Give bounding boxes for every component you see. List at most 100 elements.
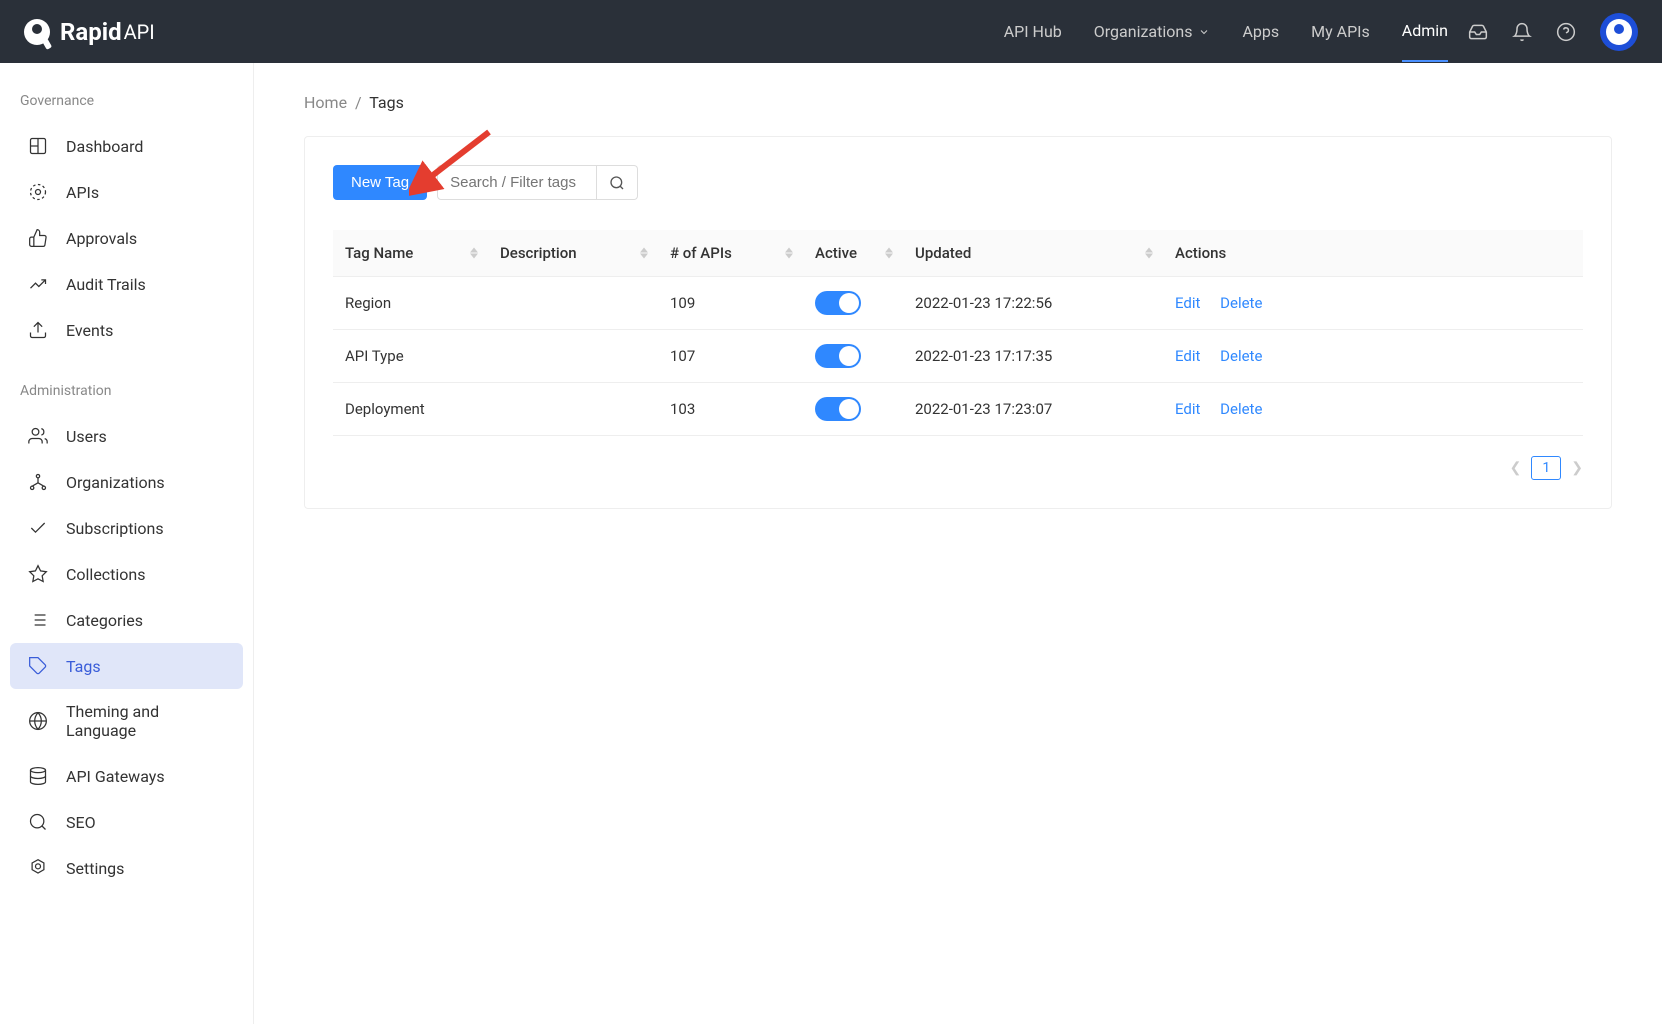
sidebar-item-dashboard[interactable]: Dashboard xyxy=(10,123,243,169)
sidebar-item-label: Subscriptions xyxy=(66,519,164,538)
panel: New Tag Tag Name Description # of APIs A… xyxy=(304,136,1612,509)
active-toggle[interactable] xyxy=(815,397,861,421)
nav-apps[interactable]: Apps xyxy=(1242,2,1279,61)
cell-description xyxy=(488,277,658,330)
help-icon[interactable] xyxy=(1556,22,1576,42)
col-num-apis[interactable]: # of APIs xyxy=(658,230,803,277)
search-icon xyxy=(609,175,625,191)
sidebar-item-collections[interactable]: Collections xyxy=(10,551,243,597)
sidebar-item-subscriptions[interactable]: Subscriptions xyxy=(10,505,243,551)
active-toggle[interactable] xyxy=(815,344,861,368)
approvals-icon xyxy=(28,228,48,248)
col-updated[interactable]: Updated xyxy=(903,230,1163,277)
organizations-icon xyxy=(28,472,48,492)
table-row: Deployment 103 2022-01-23 17:23:07 Edit … xyxy=(333,383,1583,436)
sidebar-item-seo[interactable]: SEO xyxy=(10,799,243,845)
edit-link[interactable]: Edit xyxy=(1175,400,1200,418)
chevron-down-icon xyxy=(1198,26,1210,38)
col-description[interactable]: Description xyxy=(488,230,658,277)
bell-icon[interactable] xyxy=(1512,22,1532,42)
sidebar-item-events[interactable]: Events xyxy=(10,307,243,353)
edit-link[interactable]: Edit xyxy=(1175,347,1200,365)
active-toggle[interactable] xyxy=(815,291,861,315)
top-nav: API Hub Organizations Apps My APIs Admin xyxy=(1004,1,1448,62)
sidebar-item-label: Collections xyxy=(66,565,146,584)
cell-actions: Edit Delete xyxy=(1163,330,1583,383)
users-icon xyxy=(28,426,48,446)
sort-icon xyxy=(470,248,478,259)
sidebar-item-apis[interactable]: APIs xyxy=(10,169,243,215)
sort-icon xyxy=(640,248,648,259)
col-active[interactable]: Active xyxy=(803,230,903,277)
sidebar-item-label: Settings xyxy=(66,859,124,878)
search-group xyxy=(437,165,638,200)
delete-link[interactable]: Delete xyxy=(1220,400,1262,418)
avatar[interactable] xyxy=(1600,13,1638,51)
nav-organizations[interactable]: Organizations xyxy=(1094,2,1211,61)
panel-toolbar: New Tag xyxy=(333,165,1583,200)
search-button[interactable] xyxy=(597,165,638,200)
cell-tag-name: API Type xyxy=(333,330,488,383)
sidebar-item-label: Events xyxy=(66,321,113,340)
subscriptions-icon xyxy=(28,518,48,538)
sidebar-item-label: Audit Trails xyxy=(66,275,146,294)
search-input[interactable] xyxy=(437,165,597,200)
nav-organizations-label: Organizations xyxy=(1094,22,1193,41)
seo-icon xyxy=(28,812,48,832)
table-row: API Type 107 2022-01-23 17:17:35 Edit De… xyxy=(333,330,1583,383)
sidebar-item-categories[interactable]: Categories xyxy=(10,597,243,643)
breadcrumb: Home / Tags xyxy=(304,93,1612,112)
collections-icon xyxy=(28,564,48,584)
apis-icon xyxy=(28,182,48,202)
cell-updated: 2022-01-23 17:22:56 xyxy=(903,277,1163,330)
sidebar-item-organizations[interactable]: Organizations xyxy=(10,459,243,505)
sidebar-item-api-gateways[interactable]: API Gateways xyxy=(10,753,243,799)
page-number[interactable]: 1 xyxy=(1531,456,1561,480)
sidebar-item-settings[interactable]: Settings xyxy=(10,845,243,891)
cell-active xyxy=(803,277,903,330)
sidebar-item-tags[interactable]: Tags xyxy=(10,643,243,689)
inbox-icon[interactable] xyxy=(1468,22,1488,42)
sidebar-item-users[interactable]: Users xyxy=(10,413,243,459)
page-next[interactable]: ❯ xyxy=(1571,460,1583,476)
cell-description xyxy=(488,383,658,436)
sidebar-item-label: Approvals xyxy=(66,229,137,248)
cell-updated: 2022-01-23 17:17:35 xyxy=(903,330,1163,383)
sidebar-item-label: API Gateways xyxy=(66,767,165,786)
top-header: Rapid API API Hub Organizations Apps My … xyxy=(0,0,1662,63)
col-tag-name[interactable]: Tag Name xyxy=(333,230,488,277)
nav-api-hub[interactable]: API Hub xyxy=(1004,2,1062,61)
dashboard-icon xyxy=(28,136,48,156)
sidebar-item-label: Categories xyxy=(66,611,143,630)
sidebar: Governance Dashboard APIs Approvals Audi… xyxy=(0,63,254,1024)
delete-link[interactable]: Delete xyxy=(1220,347,1262,365)
new-tag-button[interactable]: New Tag xyxy=(333,165,427,200)
page-prev[interactable]: ❮ xyxy=(1510,460,1522,476)
sidebar-item-label: Tags xyxy=(66,657,101,676)
sidebar-item-label: APIs xyxy=(66,183,99,202)
sidebar-item-label: SEO xyxy=(66,813,96,832)
audit-trails-icon xyxy=(28,274,48,294)
sidebar-item-audit-trails[interactable]: Audit Trails xyxy=(10,261,243,307)
edit-link[interactable]: Edit xyxy=(1175,294,1200,312)
nav-my-apis[interactable]: My APIs xyxy=(1311,2,1370,61)
api-gateways-icon xyxy=(28,766,48,786)
cell-tag-name: Deployment xyxy=(333,383,488,436)
sidebar-item-label: Dashboard xyxy=(66,137,143,156)
cell-actions: Edit Delete xyxy=(1163,277,1583,330)
sidebar-item-approvals[interactable]: Approvals xyxy=(10,215,243,261)
breadcrumb-sep: / xyxy=(355,93,362,112)
nav-admin[interactable]: Admin xyxy=(1402,1,1448,62)
breadcrumb-home[interactable]: Home xyxy=(304,93,347,112)
sort-icon xyxy=(1145,248,1153,259)
header-icons xyxy=(1468,13,1638,51)
sort-icon xyxy=(785,248,793,259)
delete-link[interactable]: Delete xyxy=(1220,294,1262,312)
avatar-icon xyxy=(1606,19,1632,45)
theming-icon xyxy=(28,711,48,731)
table-row: Region 109 2022-01-23 17:22:56 Edit Dele… xyxy=(333,277,1583,330)
logo[interactable]: Rapid API xyxy=(24,18,155,46)
sidebar-item-theming[interactable]: Theming and Language xyxy=(10,689,243,753)
table-header-row: Tag Name Description # of APIs Active Up… xyxy=(333,230,1583,277)
breadcrumb-current: Tags xyxy=(369,93,404,112)
